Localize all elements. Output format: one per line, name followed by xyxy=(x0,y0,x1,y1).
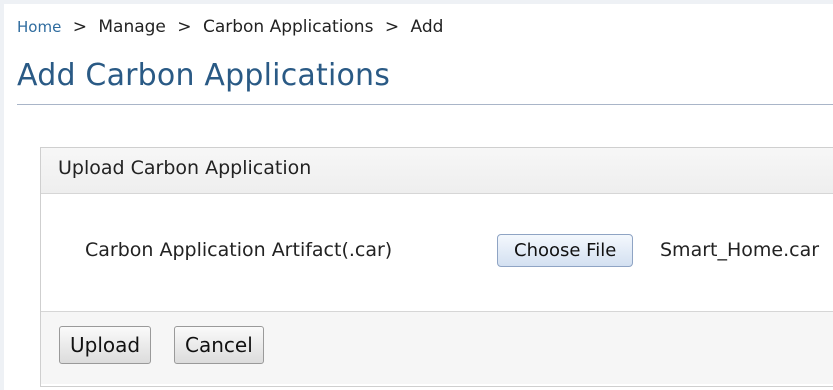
choose-file-button[interactable]: Choose File xyxy=(497,234,634,267)
cancel-button[interactable]: Cancel xyxy=(174,326,264,364)
breadcrumb-separator: > xyxy=(72,17,87,37)
panel-body: Carbon Application Artifact(.car) Choose… xyxy=(41,194,833,312)
breadcrumb-item-add: Add xyxy=(410,17,444,37)
page: Home > Manage > Carbon Applications > Ad… xyxy=(0,0,833,390)
breadcrumb-item-carbon-applications: Carbon Applications xyxy=(202,17,374,37)
breadcrumb-item-manage: Manage xyxy=(98,17,166,37)
upload-button[interactable]: Upload xyxy=(59,326,152,364)
upload-panel: Upload Carbon Application Carbon Applica… xyxy=(40,147,833,387)
selected-file-name: Smart_Home.car xyxy=(660,239,820,261)
panel-header: Upload Carbon Application xyxy=(41,148,833,194)
panel-footer: Upload Cancel xyxy=(41,312,833,384)
title-divider xyxy=(17,104,833,105)
breadcrumb-separator: > xyxy=(177,17,192,37)
breadcrumb-separator: > xyxy=(384,17,400,37)
artifact-label: Carbon Application Artifact(.car) xyxy=(85,239,393,261)
breadcrumb-home-link[interactable]: Home xyxy=(17,18,61,36)
breadcrumb: Home > Manage > Carbon Applications > Ad… xyxy=(17,17,443,37)
page-title: Add Carbon Applications xyxy=(17,58,391,93)
